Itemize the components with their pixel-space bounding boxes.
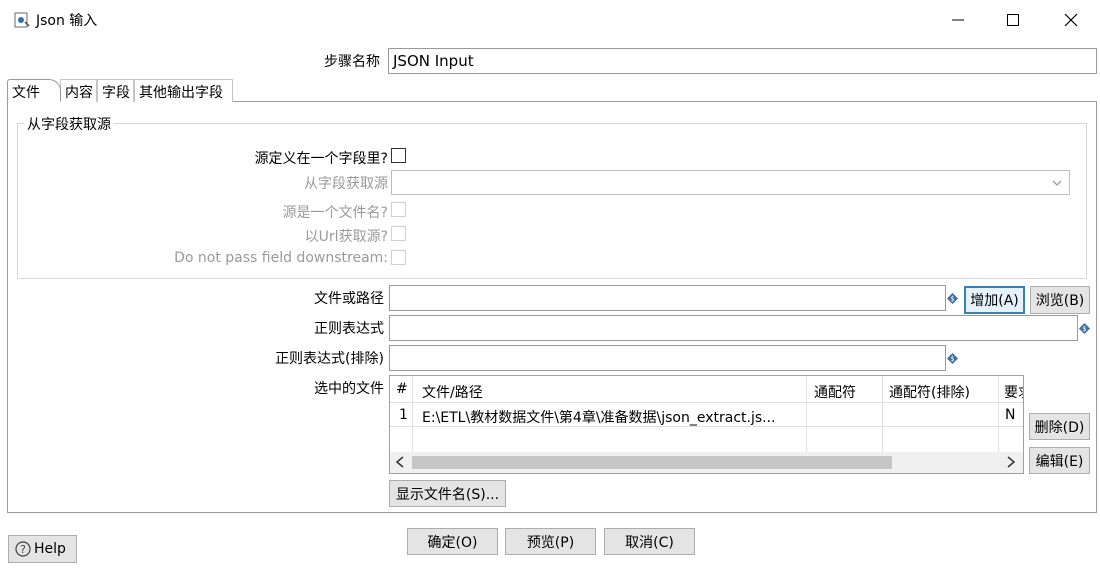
ok-button[interactable]: 确定(O): [407, 528, 498, 555]
column-header-wildcard-exclude[interactable]: 通配符(排除): [889, 382, 997, 402]
svg-text:$: $: [950, 355, 954, 363]
source-in-field-checkbox[interactable]: [391, 148, 406, 163]
get-source-from-field-label: 从字段获取源: [304, 176, 388, 192]
file-or-directory-input[interactable]: [389, 285, 946, 311]
column-header-wildcard[interactable]: 通配符: [814, 382, 880, 402]
tab-fields[interactable]: 字段: [97, 79, 134, 102]
minimize-button[interactable]: [935, 6, 981, 34]
table-row-num: 1: [399, 407, 408, 423]
scrollbar-thumb[interactable]: [412, 456, 892, 469]
table-row-path[interactable]: E:\ETL\教材数据文件\第4章\准备数据\json_extract.js..…: [422, 407, 804, 427]
horizontal-scrollbar[interactable]: [390, 452, 1023, 473]
source-from-field-group-title: 从字段获取源: [24, 114, 114, 134]
regex-input[interactable]: [389, 315, 1078, 341]
help-label: Help: [34, 541, 66, 557]
close-button[interactable]: [1048, 6, 1094, 34]
edit-button[interactable]: 编辑(E): [1029, 447, 1090, 474]
scroll-left-icon[interactable]: [395, 456, 405, 472]
json-input-icon: [14, 12, 30, 28]
source-field-select[interactable]: [391, 170, 1070, 195]
step-name-label: 步骤名称: [324, 54, 380, 70]
cancel-button[interactable]: 取消(C): [604, 528, 695, 555]
do-not-pass-field-checkbox[interactable]: [391, 250, 406, 265]
show-filenames-button[interactable]: 显示文件名(S)...: [389, 480, 506, 507]
add-button[interactable]: 增加(A): [964, 286, 1025, 314]
tab-file[interactable]: 文件: [7, 79, 61, 102]
column-header-required[interactable]: 要求: [1004, 382, 1023, 402]
source-is-filename-label: 源是一个文件名?: [282, 205, 388, 221]
variable-diamond-icon[interactable]: $: [947, 352, 958, 364]
regex-label: 正则表达式: [314, 321, 384, 337]
window-title: Json 输入: [36, 13, 98, 29]
help-button[interactable]: ? Help: [8, 535, 77, 563]
svg-text:?: ?: [20, 543, 26, 556]
do-not-pass-field-label: Do not pass field downstream:: [174, 250, 388, 266]
variable-diamond-icon[interactable]: $: [1079, 322, 1090, 334]
title-bar: Json 输入: [0, 0, 1100, 40]
read-source-as-url-label: 以Url获取源?: [304, 229, 388, 245]
selected-files-label: 选中的文件: [314, 381, 384, 397]
svg-text:$: $: [1082, 325, 1086, 333]
tab-additional-output-fields[interactable]: 其他输出字段: [134, 79, 233, 102]
delete-button[interactable]: 删除(D): [1029, 413, 1090, 440]
source-in-field-label: 源定义在一个字段里?: [254, 151, 388, 167]
scroll-right-icon[interactable]: [1006, 456, 1016, 472]
variable-diamond-icon[interactable]: $: [947, 292, 958, 304]
maximize-button[interactable]: [990, 6, 1036, 34]
table-row-required[interactable]: N: [1005, 407, 1023, 423]
step-name-input[interactable]: JSON Input: [388, 48, 1097, 74]
regex-exclude-input[interactable]: [389, 345, 946, 371]
help-icon: ?: [15, 541, 31, 557]
column-header-num[interactable]: #: [396, 381, 408, 397]
source-is-filename-checkbox[interactable]: [391, 202, 406, 217]
tab-content[interactable]: 内容: [60, 79, 97, 102]
svg-text:$: $: [950, 295, 954, 303]
read-source-as-url-checkbox[interactable]: [391, 226, 406, 241]
browse-button[interactable]: 浏览(B): [1030, 286, 1090, 314]
selected-files-table: # 文件/路径 通配符 通配符(排除) 要求 1 E:\ETL\教材数据文件\第…: [389, 375, 1024, 474]
file-or-directory-label: 文件或路径: [314, 291, 384, 307]
column-header-path[interactable]: 文件/路径: [422, 382, 802, 402]
preview-button[interactable]: 预览(P): [505, 528, 596, 555]
regex-exclude-label: 正则表达式(排除): [275, 351, 384, 367]
chevron-down-icon: [1051, 174, 1063, 194]
